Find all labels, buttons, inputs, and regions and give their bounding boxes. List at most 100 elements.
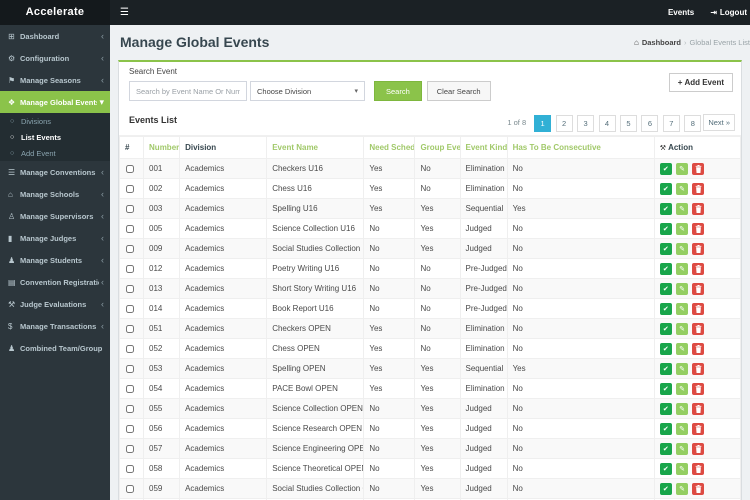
delete-action-button[interactable]: [692, 182, 705, 195]
pagination-page-3[interactable]: 3: [577, 115, 595, 132]
delete-action-button[interactable]: [692, 302, 705, 315]
delete-action-button[interactable]: [692, 322, 705, 335]
sidebar-item-manage-global-events[interactable]: ❖ Manage Global Events ▾: [0, 91, 110, 113]
row-checkbox[interactable]: [126, 384, 134, 393]
delete-action-button[interactable]: [692, 422, 705, 435]
edit-action-button[interactable]: ✎: [676, 442, 689, 455]
delete-action-button[interactable]: [692, 402, 705, 415]
check-action-button[interactable]: ✔: [659, 302, 672, 315]
sidebar-item-combined-team-group-events[interactable]: ♟ Combined Team/Group Events: [0, 337, 110, 359]
edit-action-button[interactable]: ✎: [676, 262, 689, 275]
edit-action-button[interactable]: ✎: [676, 162, 689, 175]
column-header-need-schedule[interactable]: Need Schedule: [363, 136, 416, 159]
pagination-page-2[interactable]: 2: [555, 115, 573, 132]
edit-action-button[interactable]: ✎: [676, 202, 689, 215]
column-header-event-name[interactable]: Event Name: [266, 136, 365, 159]
delete-action-button[interactable]: [692, 462, 705, 475]
row-checkbox[interactable]: [126, 164, 134, 173]
delete-action-button[interactable]: [692, 282, 705, 295]
sidebar-item-manage-transactions[interactable]: $ Manage Transactions ‹: [0, 315, 110, 337]
sidebar-subitem-divisions[interactable]: ○ Divisions: [0, 113, 110, 129]
sidebar-item-dashboard[interactable]: ⊞ Dashboard ‹: [0, 25, 110, 47]
edit-action-button[interactable]: ✎: [676, 402, 689, 415]
clear-search-button[interactable]: Clear Search: [426, 81, 491, 101]
row-checkbox[interactable]: [126, 304, 134, 313]
sidebar-subitem-add-event[interactable]: ○ Add Event: [0, 145, 110, 161]
check-action-button[interactable]: ✔: [659, 482, 672, 495]
add-event-button[interactable]: + Add Event: [668, 73, 733, 92]
check-action-button[interactable]: ✔: [659, 182, 672, 195]
sidebar-item-convention-registrations[interactable]: ▤ Convention Registrations ‹: [0, 271, 110, 293]
check-action-button[interactable]: ✔: [659, 222, 672, 235]
column-header-number[interactable]: Number▼: [143, 136, 181, 159]
row-checkbox[interactable]: [126, 324, 134, 333]
row-checkbox[interactable]: [126, 344, 134, 353]
edit-action-button[interactable]: ✎: [676, 342, 689, 355]
column-header-has-to-be-consecutive[interactable]: Has To Be Consecutive: [506, 136, 655, 159]
pagination-page-5[interactable]: 5: [619, 115, 637, 132]
row-checkbox[interactable]: [126, 424, 134, 433]
check-action-button[interactable]: ✔: [659, 242, 672, 255]
row-checkbox[interactable]: [126, 464, 134, 473]
column-header-group-event[interactable]: Group Event: [414, 136, 461, 159]
pagination-page-8[interactable]: 8: [684, 115, 702, 132]
sidebar-item-manage-students[interactable]: ♟ Manage Students ‹: [0, 249, 110, 271]
check-action-button[interactable]: ✔: [659, 382, 672, 395]
pagination-next-button[interactable]: Next »: [703, 114, 735, 131]
menu-toggle-icon[interactable]: ☰: [110, 7, 139, 18]
row-checkbox[interactable]: [126, 364, 134, 373]
sidebar-item-manage-judges[interactable]: ▮ Manage Judges ‹: [0, 227, 110, 249]
delete-action-button[interactable]: [692, 442, 705, 455]
edit-action-button[interactable]: ✎: [676, 302, 689, 315]
delete-action-button[interactable]: [692, 262, 705, 275]
delete-action-button[interactable]: [692, 342, 705, 355]
row-checkbox[interactable]: [126, 444, 134, 453]
edit-action-button[interactable]: ✎: [676, 382, 689, 395]
check-action-button[interactable]: ✔: [659, 462, 672, 475]
delete-action-button[interactable]: [692, 382, 705, 395]
nav-logout-link[interactable]: ⇥ Logout: [710, 8, 747, 17]
delete-action-button[interactable]: [692, 162, 705, 175]
search-input[interactable]: [129, 81, 247, 101]
nav-events-link[interactable]: Events: [668, 8, 694, 17]
delete-action-button[interactable]: [692, 202, 705, 215]
check-action-button[interactable]: ✔: [659, 402, 672, 415]
row-checkbox[interactable]: [126, 264, 134, 273]
sidebar-item-manage-seasons[interactable]: ⚑ Manage Seasons ‹: [0, 69, 110, 91]
check-action-button[interactable]: ✔: [659, 202, 672, 215]
check-action-button[interactable]: ✔: [659, 422, 672, 435]
check-action-button[interactable]: ✔: [659, 262, 672, 275]
check-action-button[interactable]: ✔: [659, 162, 672, 175]
brand-logo[interactable]: Accelerate: [0, 0, 110, 25]
edit-action-button[interactable]: ✎: [676, 222, 689, 235]
row-checkbox[interactable]: [126, 204, 134, 213]
search-button[interactable]: Search: [374, 81, 422, 101]
pagination-page-7[interactable]: 7: [662, 115, 680, 132]
sidebar-item-judge-evaluations[interactable]: ⚒ Judge Evaluations ‹: [0, 293, 110, 315]
edit-action-button[interactable]: ✎: [676, 462, 689, 475]
edit-action-button[interactable]: ✎: [676, 322, 689, 335]
edit-action-button[interactable]: ✎: [676, 362, 689, 375]
edit-action-button[interactable]: ✎: [676, 182, 689, 195]
row-checkbox[interactable]: [126, 224, 134, 233]
edit-action-button[interactable]: ✎: [676, 242, 689, 255]
delete-action-button[interactable]: [692, 222, 705, 235]
sidebar-item-manage-supervisors[interactable]: ♙ Manage Supervisors ‹: [0, 205, 110, 227]
edit-action-button[interactable]: ✎: [676, 482, 689, 495]
row-checkbox[interactable]: [126, 404, 134, 413]
pagination-page-4[interactable]: 4: [598, 115, 616, 132]
row-checkbox[interactable]: [126, 284, 134, 293]
check-action-button[interactable]: ✔: [659, 282, 672, 295]
row-checkbox[interactable]: [126, 244, 134, 253]
pagination-page-1[interactable]: 1: [534, 115, 552, 132]
sidebar-subitem-list-events[interactable]: ○ List Events: [0, 129, 110, 145]
pagination-page-6[interactable]: 6: [641, 115, 659, 132]
edit-action-button[interactable]: ✎: [676, 282, 689, 295]
row-checkbox[interactable]: [126, 184, 134, 193]
sidebar-item-manage-schools[interactable]: ⌂ Manage Schools ‹: [0, 183, 110, 205]
column-header-event-kind-id[interactable]: Event Kind ID: [459, 136, 508, 159]
delete-action-button[interactable]: [692, 362, 705, 375]
check-action-button[interactable]: ✔: [659, 342, 672, 355]
row-checkbox[interactable]: [126, 484, 134, 493]
breadcrumb-dashboard-link[interactable]: Dashboard: [642, 38, 681, 47]
